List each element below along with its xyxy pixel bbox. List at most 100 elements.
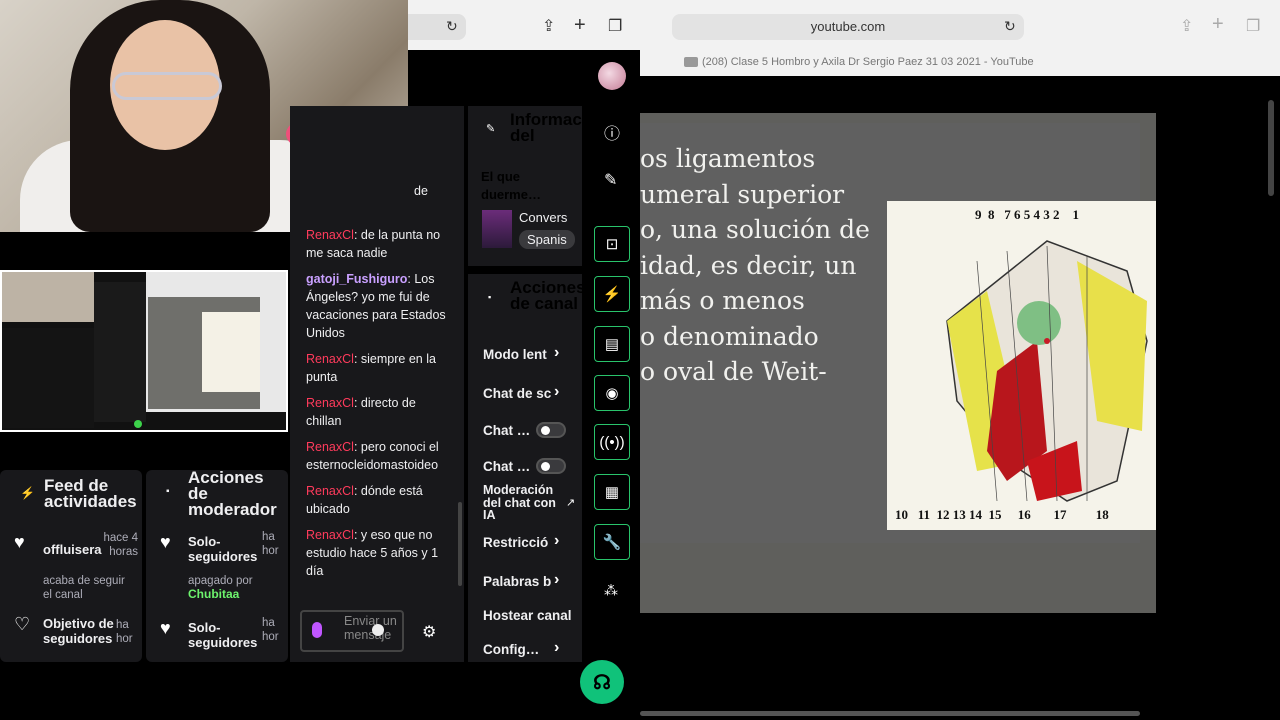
chat-message: RenaxCl: directo de chillan [290, 394, 464, 430]
chat-messages: RenaxCl: de la punta no me saca nadie ga… [290, 226, 464, 588]
document-icon: ▤ [604, 336, 620, 353]
reload-icon[interactable]: ↻ [446, 18, 458, 35]
camera-icon: ⊡ [605, 236, 619, 253]
address-bar[interactable]: youtube.com [672, 14, 1024, 40]
heart-icon: ♥ [160, 532, 171, 552]
mod-actions-card: ▪ Acciones de moderador ♥ Solo-seguidore… [146, 470, 288, 662]
external-link-icon[interactable]: ↗ [566, 496, 575, 509]
bolt-icon: ⚡ [602, 286, 622, 303]
channel-actions-title: Acciones de canal [510, 280, 584, 312]
chevron-right-icon[interactable]: › [554, 639, 559, 657]
vertical-scrollbar[interactable] [1268, 100, 1274, 196]
user-avatar[interactable] [598, 62, 626, 90]
chat-toggle-row: Chat … [483, 423, 531, 438]
blocked-words-row[interactable]: Palabras b [483, 574, 551, 589]
language-tag[interactable]: Spanis [519, 230, 575, 249]
chat-message: RenaxCl: pero conoci el esternocleidomas… [290, 438, 464, 474]
clip-button[interactable]: ⊡ [594, 226, 630, 262]
share-icon[interactable]: ⇪ [1180, 16, 1193, 36]
chevron-right-icon[interactable]: › [554, 383, 559, 401]
chat-username[interactable]: RenaxCl [306, 440, 354, 454]
mic-icon[interactable] [312, 622, 322, 638]
headset-icon: ☊ [593, 671, 611, 694]
layout-icon: ▦ [604, 484, 620, 501]
chat-scrollbar[interactable] [458, 502, 462, 586]
new-tab-icon[interactable]: + [1212, 13, 1224, 36]
chat-settings-gear-icon[interactable]: ⚙ [422, 622, 436, 642]
new-tab-icon[interactable]: + [574, 14, 586, 37]
stream-preview-thumbnail [0, 270, 288, 432]
mod-action-item[interactable]: ♥ Solo-seguidores ha hor [146, 616, 288, 656]
quick-actions-rail: ⓘ ✎ ⊡ ⚡ ▤ ◉ ((•)) ▦ 🔧 ⁂ [584, 106, 640, 662]
notes-button[interactable]: ▤ [594, 326, 630, 362]
chat-toggle-row: Chat … [483, 459, 531, 474]
headset-support-button[interactable]: ☊ [580, 660, 624, 704]
info-icon[interactable]: ⓘ [604, 120, 620, 144]
emoji-icon[interactable] [372, 624, 384, 636]
preview-webcam [2, 272, 94, 322]
slow-mode-row[interactable]: Modo lent [483, 347, 547, 362]
tabs-icon[interactable]: ❐ [608, 16, 622, 36]
restrictions-row[interactable]: Restricció [483, 535, 548, 550]
layout-button[interactable]: ▦ [594, 474, 630, 510]
info-column: ✎ Información del stream El que duerme… … [466, 106, 584, 662]
extensions-icon[interactable]: ⁂ [604, 582, 618, 599]
channel-actions-card: ▪ Acciones de canal Modo lent › Chat de … [468, 274, 584, 662]
feed-item[interactable]: ♡ Objetivo de seguidores ha hor [0, 612, 142, 662]
youtube-browser-window: ▭ youtube.com ↻ ⇪ + ❐ (208) Clase 5 Homb… [640, 0, 1280, 720]
mod-action-by[interactable]: Chubitaa [188, 587, 239, 601]
chat-username[interactable]: RenaxCl [306, 396, 354, 410]
share-icon[interactable]: ⇪ [542, 16, 555, 36]
chevron-right-icon[interactable]: › [554, 532, 559, 550]
category-thumbnail [482, 210, 512, 248]
feed-item-name: offluisera [43, 542, 102, 557]
bolt-button[interactable]: ⚡ [594, 276, 630, 312]
mod-action-item[interactable]: ♥ Solo-seguidores ha hor apagado por Chu… [146, 530, 288, 601]
reload-icon[interactable]: ↻ [1004, 18, 1016, 35]
mod-action-name: Solo-seguidores [188, 534, 258, 564]
chat-toggle-switch[interactable] [536, 422, 566, 438]
browser-toolbar: ▭ youtube.com ↻ ⇪ + ❐ (208) Clase 5 Homb… [640, 0, 1280, 76]
wrench-icon: ✎ [486, 123, 496, 135]
host-channel-row[interactable]: Hostear canal [483, 608, 572, 623]
chat-toggle-switch[interactable] [536, 458, 566, 474]
heart-outline-icon: ♡ [14, 614, 31, 634]
anatomy-illustration [946, 240, 1148, 502]
chat-partial-line: de [414, 184, 428, 198]
ai-moderation-row[interactable]: Moderación del chat con IA [483, 484, 563, 522]
chat-message: gatoji_Fushiguro: Los Ángeles? yo me fui… [290, 270, 464, 342]
mod-action-time: ha hor [262, 531, 279, 557]
chat-panel: de RenaxCl: de la punta no me saca nadie… [290, 106, 464, 662]
broadcast-button[interactable]: ((•)) [594, 424, 630, 460]
video-slide[interactable]: os ligamentos umeral superior o, una sol… [640, 113, 1156, 613]
chat-message: RenaxCl: siempre en la punta [290, 350, 464, 386]
category-label[interactable]: Convers [519, 210, 567, 225]
chat-username[interactable]: RenaxCl [306, 484, 354, 498]
mod-actions-title: Acciones de moderador [188, 470, 277, 519]
youtube-favicon-icon [684, 57, 698, 67]
slide-text: os ligamentos umeral superior o, una sol… [640, 144, 870, 386]
horizontal-scrollbar[interactable] [640, 711, 1140, 716]
chat-delay-row[interactable]: Chat de sc [483, 386, 551, 401]
chat-username[interactable]: RenaxCl [306, 528, 354, 542]
settings-row[interactable]: Config… [483, 642, 539, 657]
chevron-right-icon[interactable]: › [554, 344, 559, 362]
feed-item[interactable]: ♥ offluisera hace 4 horas acaba de segui… [0, 528, 142, 608]
tabs-icon[interactable]: ❐ [1246, 16, 1260, 36]
browser-toolbar: ↻ ⇪ + ❐ [408, 0, 640, 50]
chat-message: RenaxCl: de la punta no me saca nadie [290, 226, 464, 262]
chat-message: RenaxCl: dónde está ubicado [290, 482, 464, 518]
chat-username[interactable]: gatoji_Fushiguro [306, 272, 407, 286]
feed-item-time: ha hor [116, 619, 133, 645]
chat-username[interactable]: RenaxCl [306, 352, 354, 366]
stream-info-title: Información del stream [510, 112, 582, 144]
chat-username[interactable]: RenaxCl [306, 228, 354, 242]
chevron-right-icon[interactable]: › [554, 571, 559, 589]
heart-icon: ♥ [14, 532, 25, 552]
tools-button[interactable]: 🔧 [594, 524, 630, 560]
mod-action-time: ha hor [262, 617, 279, 643]
stream-title: El que duerme… [481, 169, 541, 202]
chat-bubble-button[interactable]: ◉ [594, 375, 630, 411]
tab-title[interactable]: (208) Clase 5 Hombro y Axila Dr Sergio P… [702, 56, 1034, 68]
edit-pencil-icon[interactable]: ✎ [604, 170, 617, 190]
